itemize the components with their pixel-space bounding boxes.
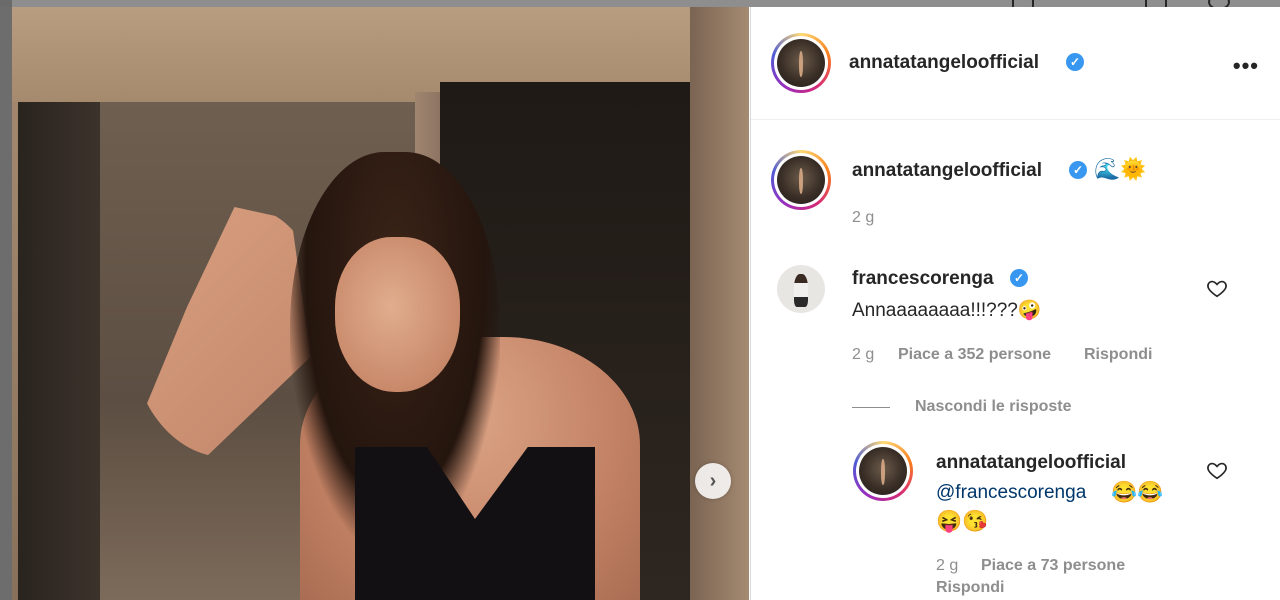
reply-emojis-line1: 😂😂 (1111, 481, 1164, 504)
photo-left-border (0, 7, 12, 600)
author-avatar[interactable] (771, 33, 831, 93)
reply-username[interactable]: annatatangeloofficial (936, 452, 1126, 474)
verified-badge-icon: ✓ (1010, 269, 1028, 287)
caption-emojis: 🌊🌞 (1094, 158, 1147, 181)
caption-username[interactable]: annatatangeloofficial (852, 160, 1042, 182)
comment-text: Annaaaaaaaa!!!???🤪 (852, 300, 1042, 321)
photo-right-wall (690, 7, 749, 600)
reply-reply-button[interactable]: Rispondi (936, 579, 1004, 597)
caption-time[interactable]: 2 g (852, 209, 874, 227)
post-header: annatatangeloofficial ✓ ••• (751, 7, 1280, 120)
comment-username[interactable]: francescorenga (852, 268, 994, 290)
photo-person-face (335, 237, 460, 392)
verified-badge-icon: ✓ (1066, 53, 1084, 71)
photo-doorway-left (18, 102, 108, 600)
next-photo-button[interactable]: › (695, 463, 731, 499)
post-photo[interactable]: › (0, 7, 749, 600)
browser-edge (0, 0, 12, 7)
reply-time[interactable]: 2 g (936, 557, 958, 575)
reply-likes[interactable]: Piace a 73 persone (981, 557, 1125, 575)
comment-likes[interactable]: Piace a 352 persone (898, 346, 1051, 364)
author-username[interactable]: annatatangeloofficial (849, 52, 1039, 74)
caption-avatar[interactable] (771, 150, 831, 210)
heart-icon[interactable] (1206, 277, 1228, 299)
replies-divider (852, 407, 890, 408)
reply-avatar[interactable] (853, 441, 913, 501)
reply-emojis-line2: 😝😘 (936, 510, 989, 533)
commenter-avatar[interactable] (777, 265, 825, 313)
comment-time[interactable]: 2 g (852, 346, 874, 364)
reply-button[interactable]: Rispondi (1084, 346, 1152, 364)
browser-top-strip (0, 0, 1280, 10)
more-horizontal-icon[interactable]: ••• (1233, 53, 1259, 79)
verified-badge-icon: ✓ (1069, 161, 1087, 179)
reply-mention[interactable]: @francescorenga (936, 482, 1086, 504)
chevron-right-icon: › (709, 469, 717, 492)
hide-replies-button[interactable]: Nascondi le risposte (915, 398, 1072, 416)
post-side-panel: annatatangeloofficial ✓ ••• annatatangel… (750, 7, 1280, 600)
heart-icon[interactable] (1206, 459, 1228, 481)
